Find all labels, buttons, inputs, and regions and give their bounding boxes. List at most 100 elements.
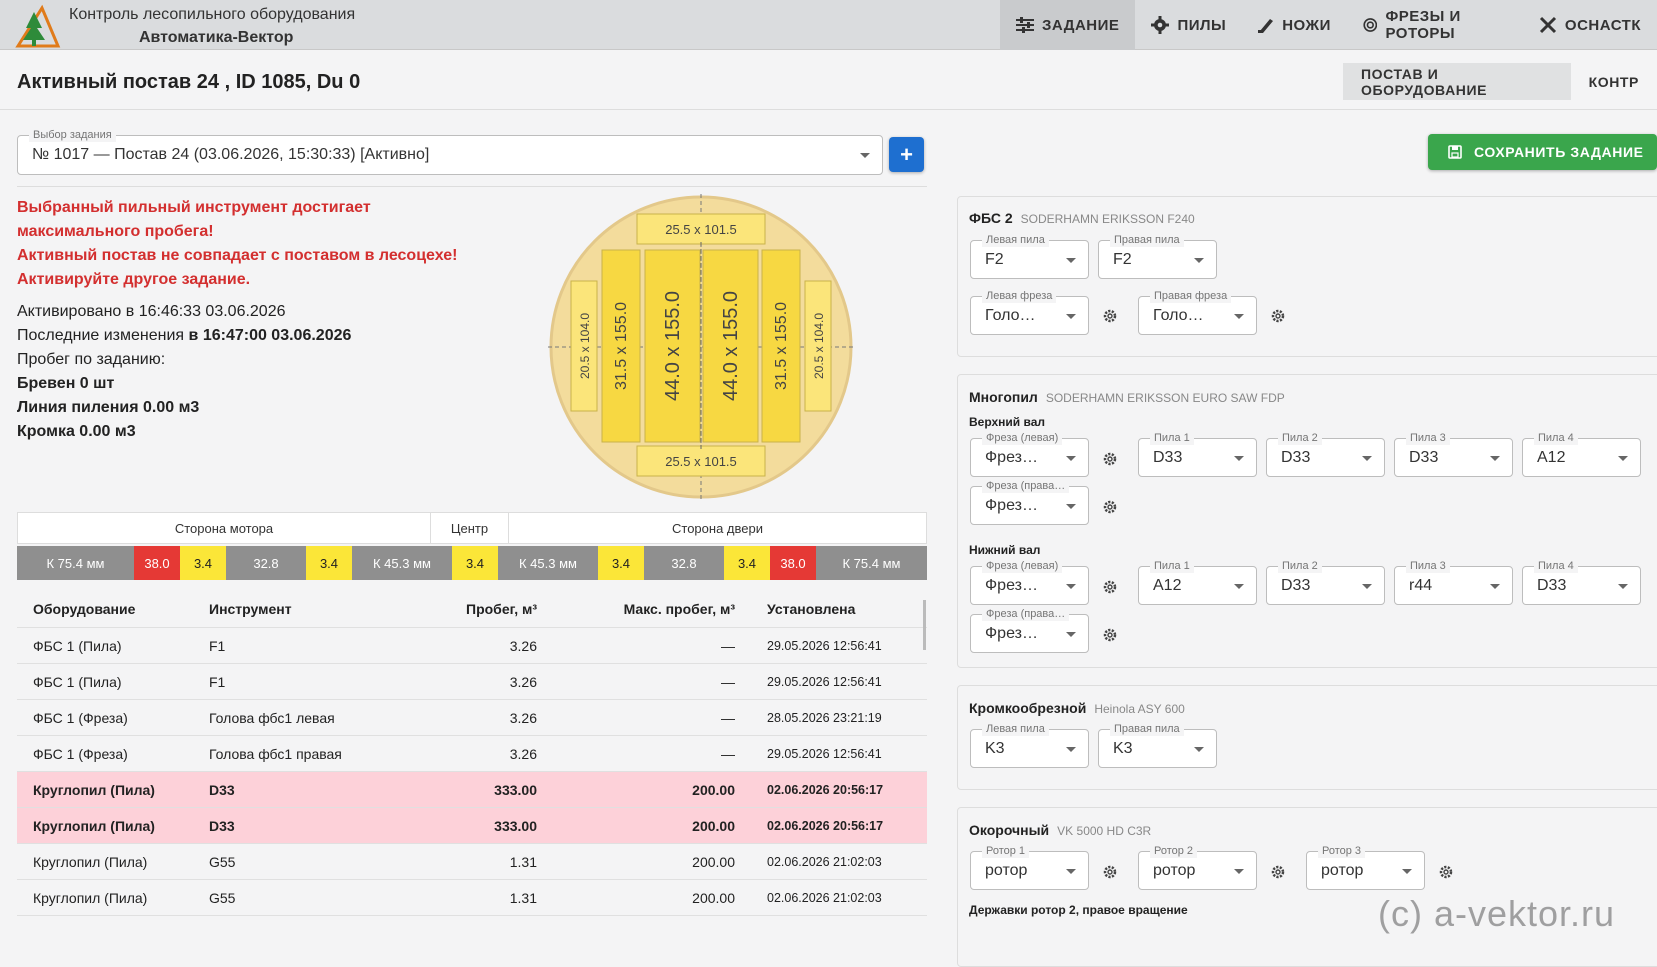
cell-max-run: 200.00 (692, 781, 735, 798)
edger-right-saw-value: K3 (1113, 739, 1133, 757)
rotor-1-select[interactable]: Ротор 1 ротор (970, 844, 1089, 890)
strip-cell-yellow: 3.4 (452, 546, 498, 580)
lower-saw-4-select[interactable]: Пила 4 D33 (1522, 559, 1641, 605)
upper-saw-2-select[interactable]: Пила 2 D33 (1266, 431, 1385, 477)
fbs-right-mill-select[interactable]: Правая фреза Голо… (1138, 289, 1257, 335)
rotor-2-settings-icon[interactable] (1270, 864, 1286, 880)
lower-mill-left-settings-icon[interactable] (1102, 579, 1118, 595)
table-scrollbar[interactable] (923, 600, 926, 650)
warning-line-4: Активируйте другое задание. (17, 271, 251, 288)
page-title: Активный постав 24 , ID 1085, Du 0 (17, 71, 361, 93)
strip-cell-gray: К 45.3 мм (352, 546, 452, 580)
debarker-model: VK 5000 HD C3R (1057, 824, 1152, 838)
lower-mill-left-select[interactable]: Фреза (левая) Фрез… (970, 559, 1089, 605)
table-row[interactable]: Круглопил (Пила) G55 1.31 200.00 02.06.2026 … (17, 880, 927, 916)
board-bottom-label: 25.5 x 101.5 (665, 454, 737, 469)
upper-saw-3-select[interactable]: Пила 3 D33 (1394, 431, 1513, 477)
fbs-left-saw-select[interactable]: Левая пила F2 (970, 233, 1089, 279)
cell-tool: F1 (209, 637, 226, 654)
col-equipment: Оборудование (33, 600, 136, 617)
task-select-value: № 1017 — Постав 24 (03.06.2026, 15:30:33… (32, 146, 430, 163)
edger-left-saw-select[interactable]: Левая пила K3 (970, 722, 1089, 768)
lower-saw-1-select[interactable]: Пила 1 A12 (1138, 559, 1257, 605)
cell-tool: G55 (209, 853, 236, 870)
knife-icon (1258, 19, 1274, 33)
upper-saw-4-select-value: A12 (1537, 448, 1566, 466)
multisaw-model: SODERHAMN ERIKSSON EURO SAW FDP (1045, 391, 1285, 405)
strip-cell-red: 38.0 (770, 546, 816, 580)
rotor-2-select-value: ротор (1153, 861, 1196, 879)
lower-saw-2-select[interactable]: Пила 2 D33 (1266, 559, 1385, 605)
strip-cell-gray: К 45.3 мм (498, 546, 598, 580)
lower-mill-right-select[interactable]: Фреза (права… Фрез… (970, 607, 1089, 653)
card-fbs-title: ФБС 2 SODERHAMN ERIKSSON F240 (969, 210, 1195, 226)
fbs-left-mill-settings-icon[interactable] (1102, 308, 1118, 324)
upper-mill-left-settings-icon[interactable] (1102, 451, 1118, 467)
nav-task[interactable]: ЗАДАНИЕ (1000, 0, 1136, 50)
table-row[interactable]: ФБС 1 (Фреза) Голова фбс1 левая 3.26 — 28.05… (17, 700, 927, 736)
upper-mill-right-settings-icon[interactable] (1102, 499, 1118, 515)
cell-run: 1.31 (509, 853, 537, 870)
tab-control[interactable]: КОНТР (1571, 63, 1657, 100)
strip-cell-yellow: 3.4 (306, 546, 352, 580)
nav-mills[interactable]: ФРЕЗЫ И РОТОРЫ (1347, 0, 1523, 50)
cell-installed: 02.06.2026 21:02:03 (767, 890, 882, 905)
upper-saw-1-select-value: D33 (1153, 448, 1183, 466)
table-row[interactable]: ФБС 1 (Пила) F1 3.26 — 29.05.2026 12:56:41 (17, 664, 927, 700)
save-task-button[interactable]: СОХРАНИТЬ ЗАДАНИЕ (1428, 134, 1657, 170)
table-row[interactable]: Круглопил (Пила) G55 1.31 200.00 02.06.2026 … (17, 844, 927, 880)
fbs-name: ФБС 2 (969, 210, 1013, 226)
fbs-right-mill-settings-icon[interactable] (1270, 308, 1286, 324)
upper-mill-right-select[interactable]: Фреза (права… Фрез… (970, 479, 1089, 525)
cell-run: 333.00 (494, 817, 537, 834)
chevron-down-icon (1490, 455, 1500, 461)
rotor-1-settings-icon[interactable] (1102, 864, 1118, 880)
debarker-name: Окорочный (969, 822, 1050, 838)
fbs-right-saw-value: F2 (1113, 250, 1132, 268)
task-select[interactable]: Выбор задания № 1017 — Постав 24 (03.06.… (17, 128, 883, 175)
chevron-down-icon (1234, 868, 1244, 874)
table-row[interactable]: Круглопил (Пила) D33 333.00 200.00 02.06.202… (17, 772, 927, 808)
watermark: (c) a-vektor.ru (1378, 893, 1616, 934)
warning-line-2: максимального пробега! (17, 223, 214, 240)
table-row[interactable]: ФБС 1 (Пила) F1 3.26 — 29.05.2026 12:56:41 (17, 628, 927, 664)
upper-saw-1-select-label: Пила 1 (1150, 431, 1194, 445)
chevron-down-icon (1066, 868, 1076, 874)
add-task-button[interactable]: + (889, 137, 924, 172)
cell-max-run: — (721, 709, 735, 726)
board-side-left-label: 20.5 x 104.0 (578, 313, 592, 379)
board-2-label: 44.0 x 155.0 (662, 291, 684, 401)
upper-saw-4-select[interactable]: Пила 4 A12 (1522, 431, 1641, 477)
lower-saw-3-select-value: r44 (1409, 576, 1433, 594)
cell-run: 3.26 (509, 745, 537, 762)
upper-mill-right-select-label: Фреза (права… (982, 479, 1070, 493)
table-row[interactable]: ФБС 1 (Фреза) Голова фбс1 правая 3.26 — 29.0… (17, 736, 927, 772)
nav-knives[interactable]: НОЖИ (1242, 0, 1347, 50)
cell-equipment: Круглопил (Пила) (33, 781, 155, 798)
table-row[interactable]: Круглопил (Пила) D33 333.00 200.00 02.06.202… (17, 808, 927, 844)
lower-mill-right-settings-icon[interactable] (1102, 627, 1118, 643)
lower-saw-4-select-value: D33 (1537, 576, 1567, 594)
fbs-right-saw-select[interactable]: Правая пила F2 (1098, 233, 1217, 279)
upper-mill-left-select[interactable]: Фреза (левая) Фрез… (970, 431, 1089, 477)
last-change-label: Последние изменения (17, 327, 185, 344)
edger-right-saw-select[interactable]: Правая пила K3 (1098, 722, 1217, 768)
chevron-down-icon (1234, 455, 1244, 461)
lower-saw-3-select[interactable]: Пила 3 r44 (1394, 559, 1513, 605)
upper-saw-3-select-value: D33 (1409, 448, 1439, 466)
fbs-left-saw-value: F2 (985, 250, 1004, 268)
rotor-2-select[interactable]: Ротор 2 ротор (1138, 844, 1257, 890)
nav-tools[interactable]: ОСНАСТК (1523, 0, 1657, 50)
tab-setup-equipment[interactable]: ПОСТАВ И ОБОРУДОВАНИЕ (1343, 63, 1571, 100)
nav-saws[interactable]: ПИЛЫ (1135, 0, 1242, 50)
rotor-3-select[interactable]: Ротор 3 ротор (1306, 844, 1425, 890)
app-title: Контроль лесопильного оборудования (69, 6, 356, 23)
rotor-3-settings-icon[interactable] (1438, 864, 1454, 880)
warning-line-1: Выбранный пильный инструмент достигает (17, 199, 371, 216)
upper-saw-1-select[interactable]: Пила 1 D33 (1138, 431, 1257, 477)
cell-installed: 02.06.2026 20:56:17 (767, 782, 884, 797)
cell-installed: 02.06.2026 20:56:17 (767, 818, 884, 833)
cell-tool: D33 (209, 781, 235, 798)
cell-equipment: Круглопил (Пила) (33, 817, 155, 834)
fbs-left-mill-select[interactable]: Левая фреза Голо… (970, 289, 1089, 335)
